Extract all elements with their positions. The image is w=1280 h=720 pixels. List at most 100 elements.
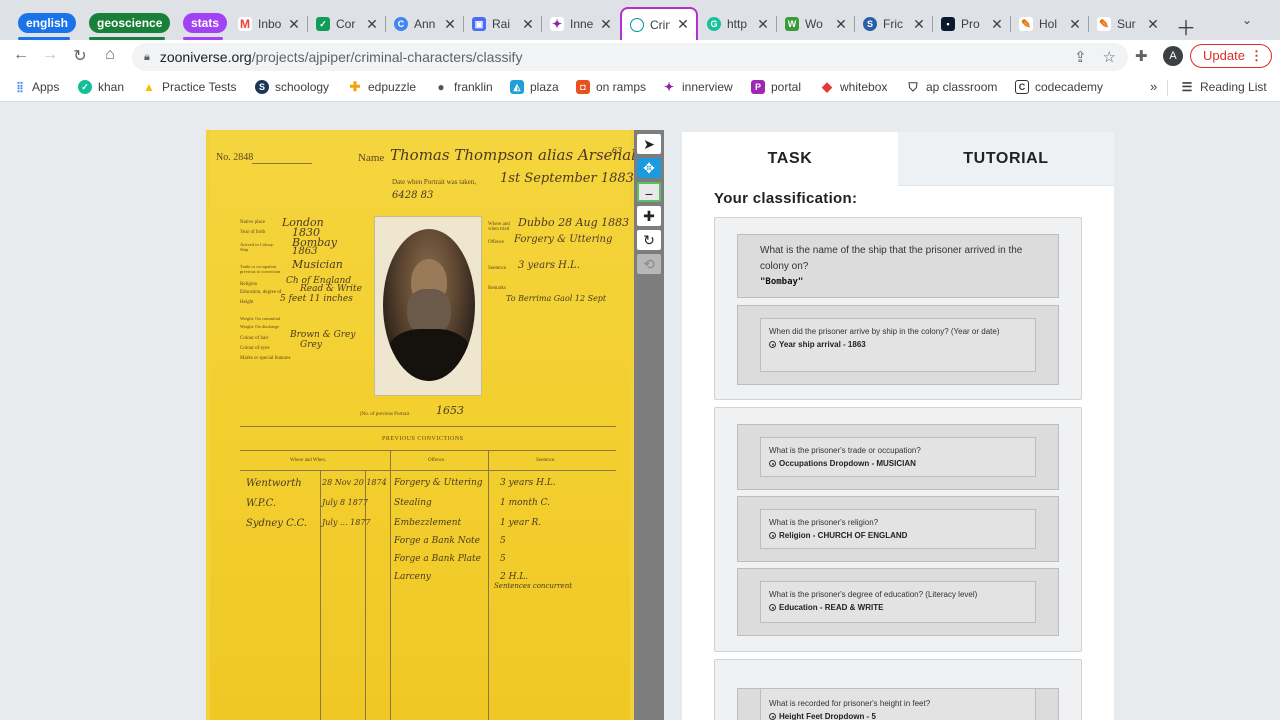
update-button[interactable]: Update ⋮ <box>1190 44 1272 68</box>
browser-tab-cor[interactable]: ✓ Cor ✕ <box>308 8 385 40</box>
doc-icon: ▣ <box>472 17 486 31</box>
extensions-puzzle-icon[interactable]: ✚ <box>1135 47 1148 65</box>
close-tab-icon[interactable]: ✕ <box>834 16 848 33</box>
target-icon <box>769 341 776 348</box>
share-icon[interactable]: ⇪ <box>1074 48 1087 66</box>
tab-group-english[interactable]: english <box>18 13 77 33</box>
bookmark-edpuzzle[interactable]: ✚ edpuzzle <box>348 79 417 94</box>
close-tab-icon[interactable]: ✕ <box>443 16 457 33</box>
vrule <box>365 470 366 720</box>
reset-icon[interactable]: ⟲ <box>637 254 661 274</box>
browser-tab-inbox[interactable]: M Inbox ✕ <box>230 8 307 40</box>
browser-tab-ann[interactable]: C Ann ✕ <box>386 8 463 40</box>
browser-tab-wo[interactable]: W Wo ✕ <box>777 8 854 40</box>
bookmark-whitebox[interactable]: ◆ whitebox <box>820 79 887 94</box>
address-bar[interactable]: 🔒︎ zooniverse.org/projects/ajpiper/crimi… <box>132 43 1128 71</box>
tab-title: http <box>727 17 748 31</box>
field-label: Offence <box>488 240 505 245</box>
subject-image-viewer[interactable]: No. 2848 Name Thomas Thompson alias Arse… <box>206 130 634 720</box>
close-tab-icon[interactable]: ✕ <box>756 16 770 33</box>
conviction-where: Sydney C.C. <box>246 518 308 529</box>
annotation-summary[interactable]: What is the name of the ship that the pr… <box>737 234 1059 298</box>
back-arrow-icon[interactable]: ← <box>10 46 32 64</box>
url-host: zooniverse.org <box>159 49 252 65</box>
tab-group-stats[interactable]: stats <box>183 13 228 33</box>
close-tab-icon[interactable]: ✕ <box>676 16 690 33</box>
annotation-summary[interactable]: When did the prisoner arrive by ship in … <box>737 305 1059 385</box>
bookmark-practice-tests[interactable]: ▲ Practice Tests <box>142 80 236 94</box>
tab-task[interactable]: TASK <box>682 132 898 186</box>
doc-number: No. 2848 <box>216 152 254 163</box>
new-tab-plus-icon[interactable]: ＋ <box>1176 12 1196 41</box>
field-value: Dubbo 28 Aug 1883 <box>518 216 630 229</box>
field-label: Trade or occupation previous to convicti… <box>240 264 281 274</box>
browser-tab-fric[interactable]: S Fric ✕ <box>855 8 932 40</box>
annotation-summary[interactable]: What is the prisoner's religion? Religio… <box>737 496 1059 562</box>
vrule <box>488 450 489 720</box>
target-icon <box>769 604 776 611</box>
annotation-answer: Year ship arrival - 1863 <box>779 340 866 349</box>
close-tab-icon[interactable]: ✕ <box>287 16 301 33</box>
profile-avatar[interactable]: A <box>1163 46 1183 66</box>
browser-tab-sur[interactable]: ✎ Sur ✕ <box>1089 8 1166 40</box>
more-bookmarks-chevron-icon[interactable]: » <box>1150 79 1157 94</box>
tab-tutorial[interactable]: TUTORIAL <box>898 132 1114 186</box>
annotation-summary[interactable]: What is the prisoner's degree of educati… <box>737 568 1059 636</box>
browser-tab-rai[interactable]: ▣ Rai ✕ <box>464 8 541 40</box>
url-path: /projects/ajpiper/criminal-characters/cl… <box>251 49 523 65</box>
bookmark-schoology[interactable]: S schoology <box>255 80 329 94</box>
bookmark-star-icon[interactable]: ☆ <box>1103 48 1116 66</box>
browser-tab-criminal-active[interactable]: Crin ✕ <box>620 7 698 40</box>
pointer-tool-icon[interactable]: ➤ <box>637 134 661 154</box>
bookmark-khan[interactable]: ✓ khan <box>78 80 124 94</box>
innerview-icon: ✦ <box>663 80 675 94</box>
field-value: Forgery & Uttering <box>514 234 613 245</box>
schoology-icon: S <box>255 80 269 94</box>
vrule <box>390 450 391 720</box>
conviction-sentence: 1 month C. <box>500 498 551 508</box>
browser-tab-hol[interactable]: ✎ Hol ✕ <box>1011 8 1088 40</box>
browser-tab-http[interactable]: G http ✕ <box>699 8 776 40</box>
close-tab-icon[interactable]: ✕ <box>1068 16 1082 33</box>
reading-list[interactable]: ☰ Reading List <box>1180 80 1267 94</box>
bookmark-franklin[interactable]: ● franklin <box>434 80 492 94</box>
close-tab-icon[interactable]: ✕ <box>365 16 379 33</box>
target-icon <box>769 713 776 720</box>
bookmark-on-ramps[interactable]: ◘ on ramps <box>576 80 646 94</box>
close-tab-icon[interactable]: ✕ <box>912 16 926 33</box>
zoom-in-icon[interactable]: ✚ <box>637 206 661 226</box>
close-tab-icon[interactable]: ✕ <box>1146 16 1160 33</box>
square-icon: ▪ <box>941 17 955 31</box>
khan-icon: ✓ <box>78 80 92 94</box>
forward-arrow-icon[interactable]: → <box>39 46 61 64</box>
close-tab-icon[interactable]: ✕ <box>521 16 535 33</box>
bookmark-plaza[interactable]: ◭ plaza <box>510 80 559 94</box>
reload-icon[interactable]: ↻ <box>69 46 91 66</box>
browser-tab-inne[interactable]: ✦ Inne ✕ <box>542 8 619 40</box>
bookmark-innerview[interactable]: ✦ innerview <box>662 80 733 94</box>
conviction-offence: Forge a Bank Note <box>394 536 480 546</box>
bookmark-apps[interactable]: ⣿ Apps <box>12 80 59 94</box>
brush-icon: ✎ <box>1019 17 1033 31</box>
bookmark-label: khan <box>98 80 125 94</box>
close-tab-icon[interactable]: ✕ <box>990 16 1004 33</box>
shield-icon: ⛉ <box>908 79 918 94</box>
annotation-summary[interactable]: What is the prisoner's trade or occupati… <box>737 424 1059 490</box>
zoom-out-icon[interactable]: − <box>637 182 661 202</box>
move-tool-icon[interactable]: ✥ <box>637 158 661 178</box>
conviction-offence: Larceny <box>394 572 431 582</box>
classification-group: What is the name of the ship that the pr… <box>714 217 1082 400</box>
conv-header-offence: Offence. <box>428 458 446 463</box>
annotation-summary[interactable]: What is recorded for prisoner's height i… <box>737 688 1059 720</box>
bookmark-portal[interactable]: P portal <box>751 80 801 94</box>
annotation-question: What is the prisoner's religion? <box>769 518 879 527</box>
tab-search-chevron-icon[interactable]: ⌄ <box>1242 13 1252 27</box>
browser-tab-pro[interactable]: ▪ Pro ✕ <box>933 8 1010 40</box>
tab-group-geoscience[interactable]: geoscience <box>89 13 171 33</box>
rotate-icon[interactable]: ↻ <box>637 230 661 250</box>
your-classification-heading: Your classification: <box>714 190 858 207</box>
close-tab-icon[interactable]: ✕ <box>599 16 613 33</box>
bookmark-ap-classroom[interactable]: ⛉ ap classroom <box>906 79 997 95</box>
home-icon[interactable]: ⌂ <box>99 46 121 64</box>
bookmark-codecademy[interactable]: C codecademy <box>1015 80 1103 94</box>
